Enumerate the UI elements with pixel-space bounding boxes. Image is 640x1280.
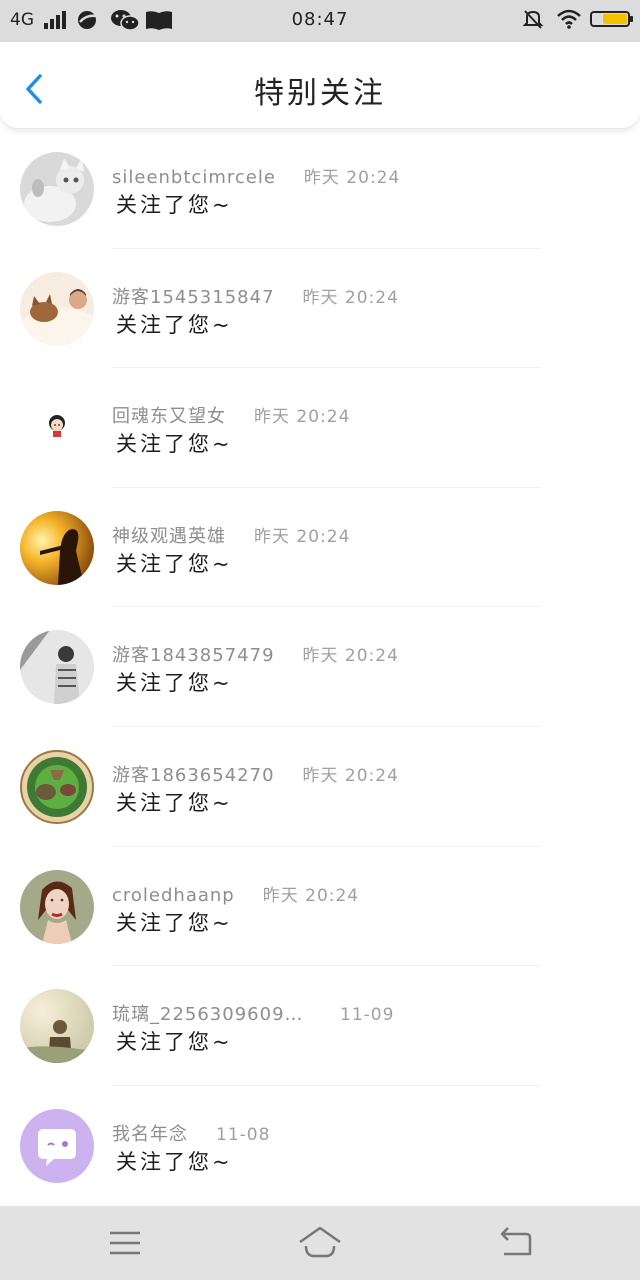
timestamp: 昨天 20:24 [302,646,399,667]
header: 特别关注 [0,42,640,129]
home-icon [299,1226,341,1258]
avatar [20,391,94,466]
mute-bell-icon [522,8,546,30]
message-text: 关注了您~ [116,193,233,217]
username: sileenbtcimrcele [112,167,276,188]
back-arrow-icon [500,1227,532,1256]
avatar [20,152,94,226]
timestamp: 昨天 20:24 [254,407,351,428]
status-right [522,8,633,30]
message-text: 关注了您~ [116,312,233,337]
username: croledhaanp [112,884,235,906]
battery-icon [590,11,633,27]
avatar [20,749,94,824]
list-item[interactable]: 琉璃_22563096093… 11-09 关注了您~ [0,966,640,1086]
list-item[interactable]: 我名年念 11-08 关注了您~ [0,1086,640,1206]
avatar [20,510,94,585]
page-title: 特别关注 [254,76,386,111]
timestamp: 昨天 20:24 [302,765,399,786]
username: 回魂东又望女 [112,406,226,428]
avatar [20,1108,94,1183]
special-follow-screen: 4G 08:47 特别关注 sileenbtcimrcele 昨天 20:24 … [0,0,640,1280]
username: 游客1545315847 [112,286,275,308]
list-item[interactable]: sileenbtcimrcele 昨天 20:24 关注了您~ [0,129,640,249]
menu-button[interactable] [104,1224,148,1262]
timestamp: 昨天 20:24 [302,287,399,308]
username: 神级观遇英雄 [112,525,226,547]
home-button[interactable] [298,1224,342,1262]
list-item[interactable]: 游客1843857479 昨天 20:24 关注了您~ [0,607,640,727]
battery-level [603,14,627,24]
message-text: 关注了您~ [116,910,233,935]
menu-icon [110,1231,140,1255]
system-nav-bar [0,1206,640,1280]
list-item[interactable]: 游客1863654270 昨天 20:24 关注了您~ [0,727,640,847]
username: 琉璃_22563096093… [112,1004,312,1026]
message-text: 关注了您~ [116,790,233,815]
follow-list: sileenbtcimrcele 昨天 20:24 关注了您~ 游客154531… [0,129,640,1205]
list-item[interactable]: croledhaanp 昨天 20:24 关注了您~ [0,847,640,967]
message-text: 关注了您~ [116,1149,233,1174]
avatar [20,630,94,705]
username: 我名年念 [112,1123,188,1145]
username: 游客1863654270 [112,764,275,786]
status-bar: 4G 08:47 [0,0,640,42]
avatar [20,989,94,1064]
timestamp: 11-09 [340,1005,395,1026]
message-text: 关注了您~ [116,551,233,576]
message-text: 关注了您~ [116,1030,233,1055]
message-text: 关注了您~ [116,671,233,696]
avatar [20,869,94,944]
back-nav-button[interactable] [494,1224,538,1262]
timestamp: 昨天 20:24 [303,168,401,188]
timestamp: 昨天 20:24 [262,885,360,906]
timestamp: 昨天 20:24 [254,526,351,547]
avatar [20,271,94,346]
wifi-icon [556,8,581,30]
username: 游客1843857479 [112,645,275,667]
message-text: 关注了您~ [116,432,233,457]
list-item[interactable]: 回魂东又望女 昨天 20:24 关注了您~ [0,368,640,488]
list-item[interactable]: 神级观遇英雄 昨天 20:24 关注了您~ [0,488,640,608]
list-item[interactable]: 游客1545315847 昨天 20:24 关注了您~ [0,249,640,369]
timestamp: 11-08 [216,1124,271,1145]
